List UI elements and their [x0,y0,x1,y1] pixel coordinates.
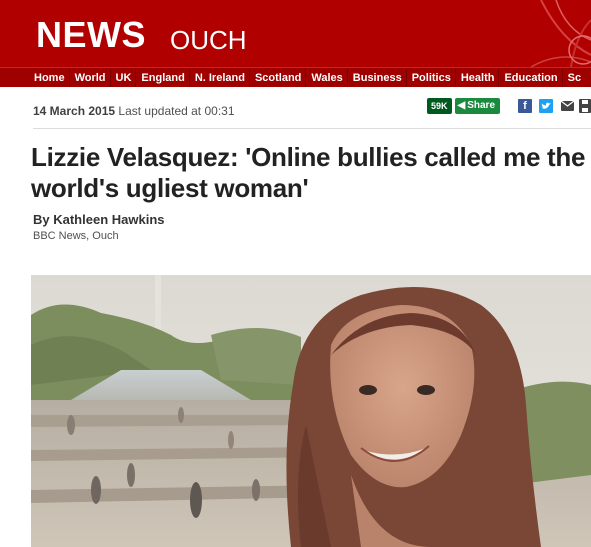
nav-item-england[interactable]: England [135,69,188,87]
nav-item-business[interactable]: Business [346,69,406,87]
share-icon: ◀ [457,100,466,111]
byline-author: By Kathleen Hawkins [33,212,165,227]
nav-item-health[interactable]: Health [454,69,499,87]
nav-item-uk[interactable]: UK [109,69,136,87]
nav-item-science[interactable]: Sc [561,69,585,87]
article-date: 14 March 2015 [33,104,116,118]
news-logo[interactable]: NEWS [36,14,146,56]
section-title[interactable]: OUCH [170,25,247,56]
article-meta: 14 March 2015 Last updated at 00:31 [33,104,235,118]
nav-item-world[interactable]: World [68,69,110,87]
masthead-decoration [530,0,591,67]
print-icon[interactable] [579,99,591,113]
nav-item-home[interactable]: Home [0,69,69,87]
main-navigation: Home World UK England N. Ireland Scotland Wale… [0,67,591,87]
byline-organization: BBC News, Ouch [33,230,119,242]
facebook-icon[interactable]: f [518,99,532,113]
nav-item-politics[interactable]: Politics [405,69,455,87]
nav-item-wales[interactable]: Wales [305,69,346,87]
share-button[interactable]: ◀ Share [454,98,501,114]
nav-item-education[interactable]: Education [498,69,561,87]
share-tools: 59K ◀ Share [427,98,501,114]
email-icon[interactable] [561,101,574,111]
share-label: Share [467,100,496,111]
article-headline: Lizzie Velasquez: 'Online bullies called… [31,142,586,203]
nav-item-scotland[interactable]: Scotland [248,69,305,87]
masthead: NEWS OUCH [0,0,591,67]
divider [33,128,591,129]
photo-illustration [31,275,591,547]
article-photo [31,275,591,547]
last-updated: Last updated at 00:31 [118,104,235,118]
share-count: 59K [427,98,452,114]
twitter-icon[interactable] [539,99,553,113]
nav-item-n-ireland[interactable]: N. Ireland [188,69,249,87]
